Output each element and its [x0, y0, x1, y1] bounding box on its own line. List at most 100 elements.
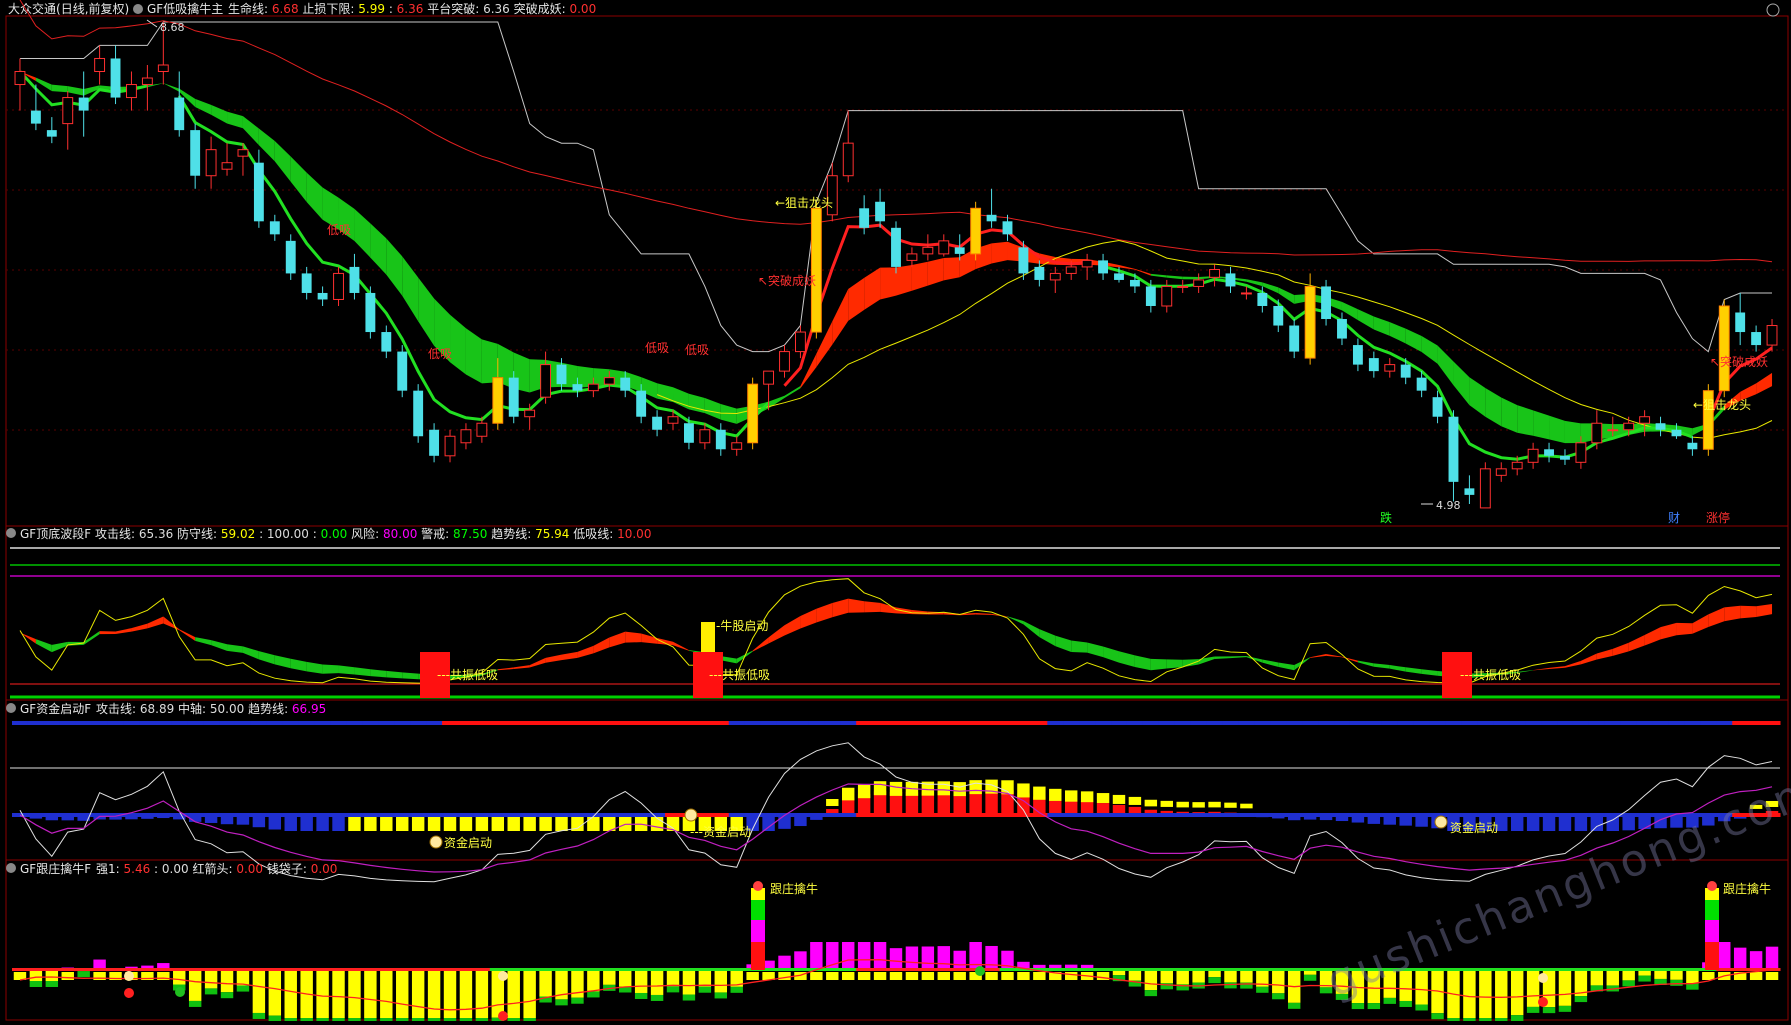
- zero-axis-seg: [554, 968, 570, 971]
- mid-axis-seg: [1111, 813, 1127, 817]
- kline-chart[interactable]: 大众交通(日线,前复权) GF低吸擒牛主 生命线: 6.68 止损下限: 5.9…: [0, 0, 1791, 1021]
- top-signal-seg: [155, 721, 171, 725]
- candle-body: [1528, 449, 1538, 462]
- mid-axis-seg: [1637, 813, 1653, 817]
- candle-body: [780, 352, 790, 372]
- top-signal-seg: [936, 721, 952, 725]
- mid-axis-seg: [569, 813, 585, 817]
- zero-axis-seg: [1159, 968, 1175, 971]
- zero-axis-seg: [1446, 968, 1462, 971]
- candle-body: [1608, 430, 1618, 431]
- candle-body: [1210, 270, 1220, 278]
- zero-axis-seg: [1605, 968, 1621, 971]
- top-signal-seg: [601, 721, 617, 725]
- panel4-fields: 强1: 5.46 : 0.00 红箭头: 0.00 钱袋子: 0.00: [96, 861, 337, 876]
- mid-axis-seg: [1175, 813, 1191, 817]
- settings-dot-icon[interactable]: [6, 703, 16, 713]
- zero-axis-seg: [1223, 968, 1239, 971]
- fund-bar-top: [1049, 789, 1061, 801]
- fund-bar: [1081, 801, 1093, 815]
- wave-segment: [1661, 623, 1677, 640]
- zero-axis-seg: [12, 968, 28, 971]
- mid-axis-seg: [808, 813, 824, 817]
- settings-dot-icon[interactable]: [133, 4, 143, 14]
- zero-axis-seg: [1302, 968, 1318, 971]
- top-signal-seg: [92, 721, 108, 725]
- follow-bar-neg: [428, 970, 440, 1018]
- mid-axis-seg: [840, 813, 856, 817]
- candle-body: [1624, 423, 1634, 430]
- zero-axis-seg: [904, 968, 920, 971]
- top-signal-seg: [267, 721, 283, 725]
- follow-bar-base: [842, 972, 854, 980]
- candle-body: [206, 150, 216, 176]
- top-signal-seg: [617, 721, 633, 725]
- fund-bar-top: [826, 799, 838, 806]
- field-value: 5.46: [124, 862, 155, 876]
- zero-axis-seg: [1191, 968, 1207, 971]
- genzhuang-column: [1705, 942, 1719, 970]
- zero-axis-seg: [378, 968, 394, 971]
- fund-bar-neg: [523, 817, 535, 831]
- dixi-label: 低吸: [327, 223, 351, 237]
- fund-bar-top: [842, 788, 854, 801]
- wave-segment: [769, 625, 785, 643]
- follow-bar-pos: [810, 942, 822, 970]
- fund-bar-neg: [396, 817, 408, 831]
- mid-axis-seg: [1000, 813, 1016, 817]
- settings-dot-icon[interactable]: [6, 528, 16, 538]
- candle-body: [1273, 306, 1283, 326]
- mid-axis-seg: [1653, 813, 1669, 817]
- fund-bar-neg: [332, 817, 344, 831]
- ribbon-segment: [1533, 410, 1549, 439]
- wave-segment: [402, 672, 418, 679]
- candle-body: [381, 332, 391, 352]
- niugu-label: -牛股启动: [716, 618, 768, 633]
- zero-axis-seg: [1637, 968, 1653, 971]
- top-signal-seg: [1541, 721, 1557, 725]
- mid-axis-seg: [856, 813, 872, 817]
- field-label: 警戒:: [421, 526, 453, 541]
- top-signal-seg: [1637, 721, 1653, 725]
- candle-body: [620, 378, 630, 391]
- settings-dot-icon[interactable]: [6, 863, 16, 873]
- window-control-icon[interactable]: [1767, 4, 1779, 16]
- field-value: 6.36: [483, 2, 514, 16]
- follow-bar-tail: [715, 992, 727, 998]
- field-value: 0.00: [236, 862, 267, 876]
- zero-axis-seg: [1095, 968, 1111, 971]
- candle-body: [286, 241, 296, 274]
- follow-bar-base: [890, 972, 902, 980]
- field-label: 趋势线:: [248, 702, 292, 716]
- fund-bar-neg: [444, 817, 456, 831]
- follow-bar-neg: [603, 970, 615, 985]
- zero-axis-seg: [1684, 968, 1700, 971]
- follow-bar-neg: [46, 970, 58, 981]
- candle-body: [525, 410, 535, 417]
- candle-body: [1018, 247, 1028, 273]
- ribbon-segment: [291, 157, 307, 202]
- mid-axis-seg: [1541, 813, 1557, 817]
- wave-segment: [1708, 607, 1724, 627]
- candle-body: [445, 436, 455, 456]
- fund-bar-top: [1129, 797, 1141, 805]
- fund-bar-neg: [1352, 817, 1364, 823]
- panel3-fields: 攻击线: 68.89 中轴: 50.00 趋势线: 66.95: [96, 701, 326, 716]
- fund-bar-neg: [46, 817, 58, 820]
- wave-segment: [800, 609, 816, 629]
- candle-body: [700, 430, 710, 443]
- mid-axis-seg: [1238, 813, 1254, 817]
- zero-axis-seg: [1621, 968, 1637, 971]
- candle-body: [1719, 306, 1729, 391]
- fund-bar-top: [1208, 802, 1220, 808]
- follow-bar-base: [985, 972, 997, 980]
- wave-segment: [339, 665, 355, 674]
- top-signal-seg: [251, 721, 267, 725]
- top-signal-seg: [1748, 721, 1764, 725]
- follow-bar-tail: [1145, 990, 1157, 996]
- follow-bar-neg: [1607, 970, 1619, 985]
- zero-axis-seg: [410, 968, 426, 971]
- genzhuang-column: [1705, 920, 1719, 942]
- field-label: 攻击线:: [96, 702, 140, 716]
- zero-axis-seg: [123, 968, 139, 971]
